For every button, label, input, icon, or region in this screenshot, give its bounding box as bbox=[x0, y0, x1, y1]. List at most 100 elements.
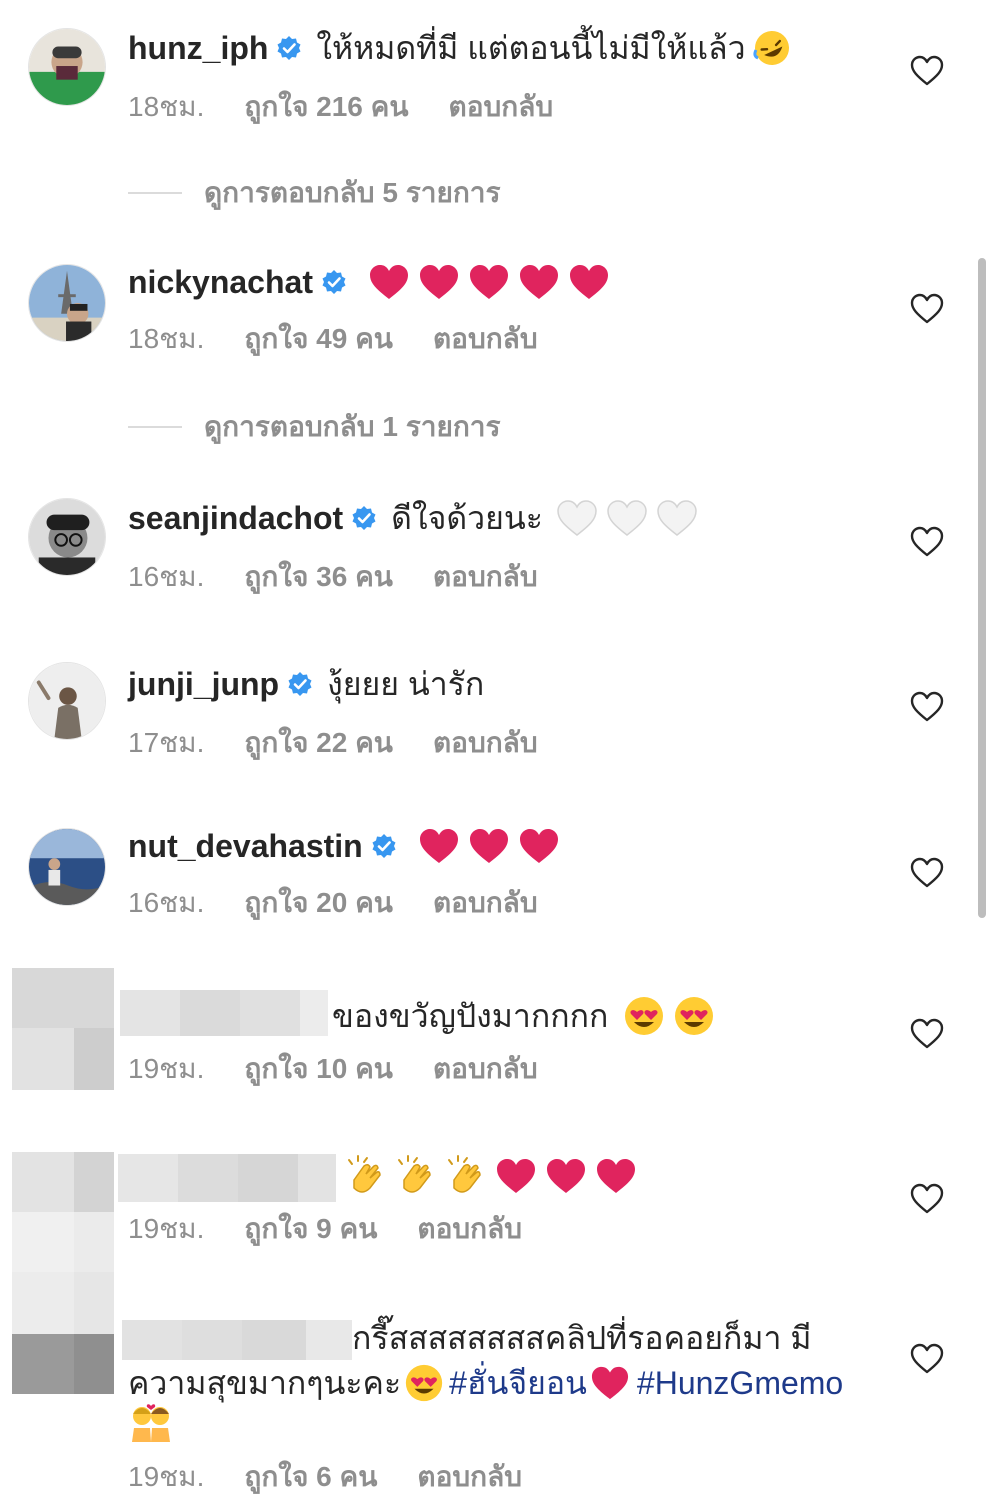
username[interactable]: nickynachat bbox=[128, 262, 313, 302]
redacted-avatar bbox=[12, 1272, 114, 1394]
red-heart-emoji-icon bbox=[467, 826, 511, 866]
comment-line bbox=[340, 1154, 638, 1198]
white-heart-emoji-icon bbox=[555, 498, 599, 538]
like-heart-icon[interactable] bbox=[910, 1018, 944, 1050]
comment-time: 16ชม. bbox=[128, 887, 205, 918]
like-heart-icon[interactable] bbox=[910, 1183, 944, 1215]
comment-line: hunz_iph ให้หมดที่มี แต่ตอนนี้ไม่มีให้แล… bbox=[128, 28, 792, 68]
reply-button[interactable]: ตอบกลับ bbox=[433, 726, 538, 760]
verified-badge-icon bbox=[371, 833, 397, 859]
username[interactable]: seanjindachot bbox=[128, 498, 343, 538]
username[interactable]: hunz_iph bbox=[128, 28, 268, 68]
redacted-username bbox=[120, 990, 328, 1036]
heart-eyes-emoji-icon bbox=[403, 1362, 445, 1404]
white-heart-emoji-icon bbox=[655, 498, 699, 538]
view-replies-label: ดูการตอบกลับ 1 รายการ bbox=[204, 411, 501, 442]
red-heart-emoji-icon bbox=[517, 826, 561, 866]
username[interactable]: junji_junp bbox=[128, 664, 279, 704]
verified-badge-icon bbox=[287, 671, 313, 697]
reply-button[interactable]: ตอบกลับ bbox=[417, 1460, 522, 1494]
rofl-emoji-icon bbox=[752, 28, 792, 68]
reply-button[interactable]: ตอบกลับ bbox=[449, 90, 554, 124]
comment-line: กรี๊สสสสสสสสคลิปที่รอคอยก็มา มี bbox=[352, 1318, 811, 1358]
like-heart-icon[interactable] bbox=[910, 857, 944, 889]
comment-time: 18ชม. bbox=[128, 323, 205, 354]
kiss-emoji-icon bbox=[128, 1400, 174, 1447]
comment-likes[interactable]: ถูกใจ 49 คน bbox=[244, 322, 393, 356]
red-heart-emoji-icon bbox=[494, 1156, 538, 1196]
comment-text: กรี๊สสสสสสสสคลิปที่รอคอยก็มา มี bbox=[352, 1320, 812, 1356]
like-heart-icon[interactable] bbox=[910, 1343, 944, 1375]
divider bbox=[128, 426, 182, 428]
hashtag-link[interactable]: #ฮั่นจียอน bbox=[449, 1363, 587, 1403]
red-heart-emoji-icon bbox=[417, 262, 461, 302]
heart-eyes-emoji-icon bbox=[622, 994, 666, 1038]
red-heart-emoji-icon bbox=[567, 262, 611, 302]
redacted-username bbox=[118, 1154, 336, 1202]
comment-meta: 18ชม. ถูกใจ 49 คน ตอบกลับ bbox=[128, 322, 538, 356]
like-heart-icon[interactable] bbox=[910, 293, 944, 325]
avatar[interactable] bbox=[28, 498, 106, 576]
avatar[interactable] bbox=[28, 662, 106, 740]
like-heart-icon[interactable] bbox=[910, 55, 944, 87]
like-heart-icon[interactable] bbox=[910, 691, 944, 723]
comment-text: งุ้ยยย น่ารัก bbox=[327, 666, 485, 702]
comment-likes[interactable]: ถูกใจ 10 คน bbox=[244, 1052, 393, 1086]
comment-time: 16ชม. bbox=[128, 561, 205, 592]
red-heart-emoji-icon bbox=[367, 262, 411, 302]
redacted-username bbox=[122, 1320, 352, 1360]
clapping-hands-emoji-icon bbox=[444, 1154, 488, 1198]
white-heart-emoji-icon bbox=[605, 498, 649, 538]
comment-likes[interactable]: ถูกใจ 20 คน bbox=[244, 886, 393, 920]
username[interactable]: nut_devahastin bbox=[128, 826, 363, 866]
avatar[interactable] bbox=[28, 264, 106, 342]
heart-eyes-emoji-icon bbox=[672, 994, 716, 1038]
verified-badge-icon bbox=[321, 269, 347, 295]
comment-text: ให้หมดที่มี แต่ตอนนี้ไม่มีให้แล้ว bbox=[316, 30, 746, 66]
comment-meta: 19ชม. ถูกใจ 6 คน ตอบกลับ bbox=[128, 1460, 522, 1494]
reply-button[interactable]: ตอบกลับ bbox=[433, 1052, 538, 1086]
comment-likes[interactable]: ถูกใจ 216 คน bbox=[244, 90, 408, 124]
red-heart-emoji-icon bbox=[417, 826, 461, 866]
comment-text: ความสุขมากๆนะคะ bbox=[128, 1365, 402, 1401]
clapping-hands-emoji-icon bbox=[344, 1154, 388, 1198]
reply-button[interactable]: ตอบกลับ bbox=[433, 560, 538, 594]
comment-line: seanjindachot ดีใจด้วยนะ bbox=[128, 498, 699, 538]
comment-likes[interactable]: ถูกใจ 6 คน bbox=[244, 1460, 377, 1494]
comment-time: 17ชม. bbox=[128, 727, 205, 758]
comment-text: ของขวัญปังมากกกก bbox=[332, 998, 609, 1034]
comment-time: 19ชม. bbox=[128, 1053, 205, 1084]
redacted-avatar bbox=[12, 1152, 114, 1272]
verified-badge-icon bbox=[276, 35, 302, 61]
comment-line: nut_devahastin bbox=[128, 826, 561, 866]
avatar[interactable] bbox=[28, 828, 106, 906]
comment-meta: 18ชม. ถูกใจ 216 คน ตอบกลับ bbox=[128, 90, 553, 124]
comment-likes[interactable]: ถูกใจ 22 คน bbox=[244, 726, 393, 760]
comment-line: nickynachat bbox=[128, 262, 611, 302]
comment-text: ดีใจด้วยนะ bbox=[391, 500, 543, 536]
hashtag-link[interactable]: #HunzGmemo bbox=[637, 1363, 843, 1403]
comment-meta: 16ชม. ถูกใจ 36 คน ตอบกลับ bbox=[128, 560, 538, 594]
comment-line: junji_junp งุ้ยยย น่ารัก bbox=[128, 664, 484, 704]
red-heart-emoji-icon bbox=[467, 262, 511, 302]
comment-meta: 19ชม. ถูกใจ 9 คน ตอบกลับ bbox=[128, 1212, 522, 1246]
verified-badge-icon bbox=[351, 505, 377, 531]
scrollbar[interactable] bbox=[978, 258, 986, 918]
redacted-avatar bbox=[12, 968, 114, 1090]
like-heart-icon[interactable] bbox=[910, 526, 944, 558]
comment-meta: 16ชม. ถูกใจ 20 คน ตอบกลับ bbox=[128, 886, 538, 920]
comment-meta: 17ชม. ถูกใจ 22 คน ตอบกลับ bbox=[128, 726, 538, 760]
comment-likes[interactable]: ถูกใจ 36 คน bbox=[244, 560, 393, 594]
reply-button[interactable]: ตอบกลับ bbox=[417, 1212, 522, 1246]
comment-likes[interactable]: ถูกใจ 9 คน bbox=[244, 1212, 377, 1246]
red-heart-emoji-icon bbox=[594, 1156, 638, 1196]
reply-button[interactable]: ตอบกลับ bbox=[433, 886, 538, 920]
view-replies-button[interactable]: ดูการตอบกลับ 1 รายการ bbox=[128, 410, 501, 444]
comment-time: 18ชม. bbox=[128, 91, 205, 122]
view-replies-button[interactable]: ดูการตอบกลับ 5 รายการ bbox=[128, 176, 501, 210]
comment-time: 19ชม. bbox=[128, 1213, 205, 1244]
comment-line: ของขวัญปังมากกกก bbox=[332, 994, 716, 1038]
divider bbox=[128, 192, 182, 194]
reply-button[interactable]: ตอบกลับ bbox=[433, 322, 538, 356]
avatar[interactable] bbox=[28, 28, 106, 106]
